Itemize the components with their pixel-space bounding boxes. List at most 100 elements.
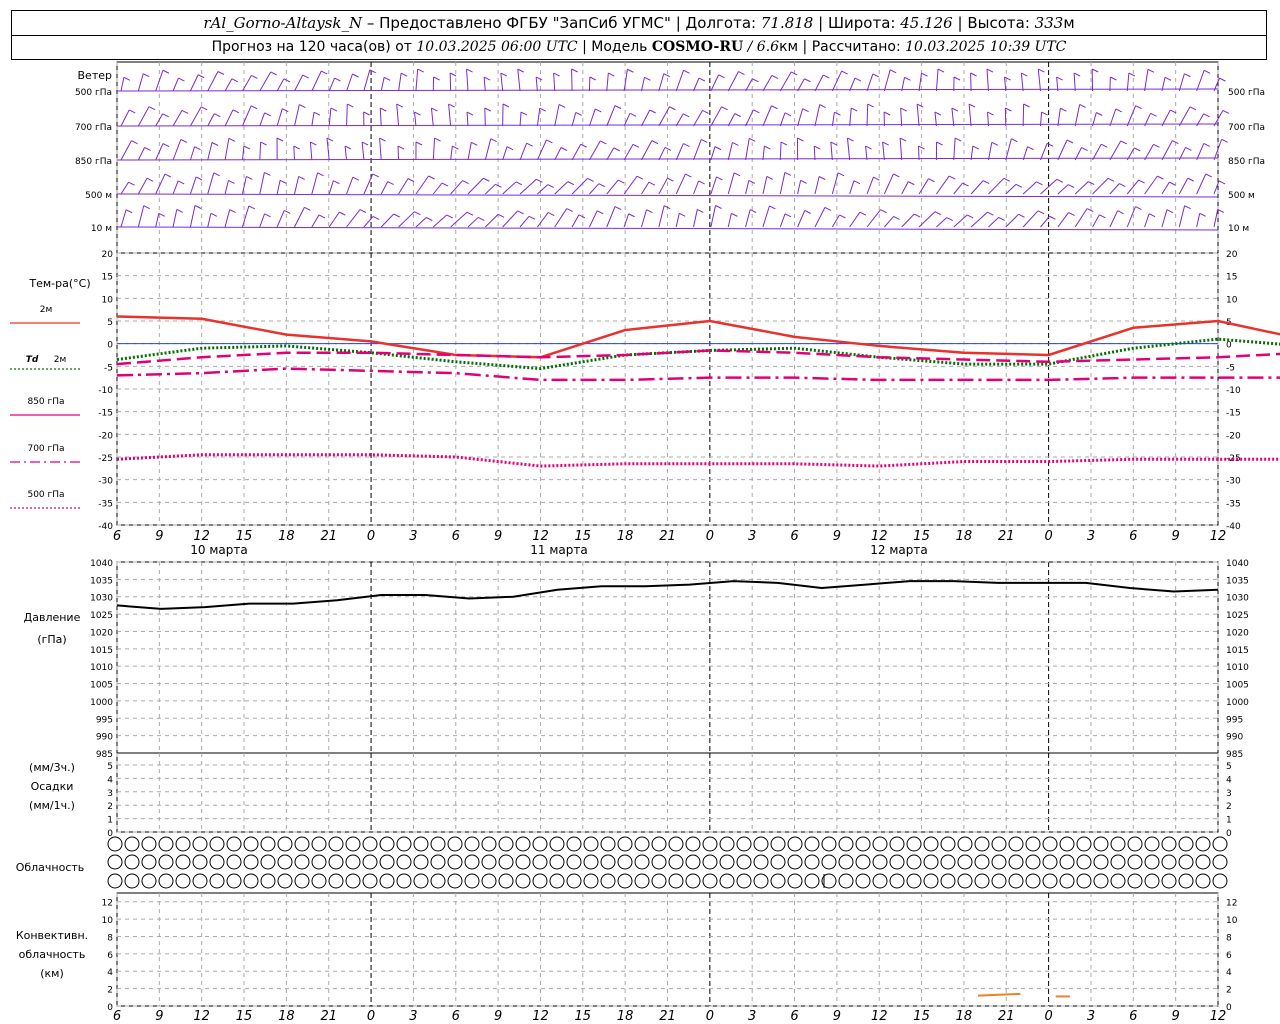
wind-barb-flag xyxy=(1135,105,1142,110)
wind-barb-flag xyxy=(991,141,999,146)
cloud-symbol xyxy=(124,873,140,889)
conv-panel-ytick-left: 10 xyxy=(102,916,114,926)
cloud-symbol xyxy=(1076,836,1092,852)
wind-barb-flag xyxy=(702,109,709,114)
temp-panel-xtick: 15 xyxy=(913,529,930,544)
wind-barb xyxy=(535,77,538,92)
wind-barb-flag xyxy=(764,145,771,150)
wind-barb-flag xyxy=(934,111,942,116)
wind-barb-flag xyxy=(246,175,253,180)
wind-barb-flag xyxy=(1134,147,1141,152)
precip-unit-top: (мм/3ч.) xyxy=(29,761,75,774)
pressure-panel-ytick-right: 1020 xyxy=(1226,628,1249,638)
wind-barb-flag xyxy=(859,211,867,216)
cloud-symbol xyxy=(498,873,514,889)
wind-barb-flag xyxy=(1067,184,1075,189)
wind-barb-flag xyxy=(553,72,560,77)
wind-barb xyxy=(553,73,556,92)
cloud-symbol xyxy=(991,854,1007,870)
wind-barb xyxy=(120,209,127,228)
wind-barb xyxy=(326,138,330,161)
wind-barb xyxy=(571,178,588,195)
cloud-symbol xyxy=(481,836,497,852)
wind-barb xyxy=(953,214,968,228)
wind-barb-flag xyxy=(558,103,566,108)
wind-barb xyxy=(1005,213,1019,228)
wind-barb xyxy=(1057,139,1068,161)
wind-level-label-left: 850 гПа xyxy=(75,157,112,167)
wind-barb-flag xyxy=(1157,175,1164,180)
wind-barb xyxy=(831,112,835,127)
cloud-symbol xyxy=(294,854,310,870)
temp-panel-xtick: 9 xyxy=(1172,529,1180,544)
cloud-symbol xyxy=(532,836,548,852)
wind-barb-flag xyxy=(948,175,956,180)
cloud-symbol xyxy=(855,854,871,870)
wind-barb xyxy=(710,205,717,228)
wind-barb-flag xyxy=(1120,140,1128,145)
cloud-symbol xyxy=(1059,854,1075,870)
wind-barb xyxy=(207,113,215,127)
temp-panel-xtick: 21 xyxy=(659,529,676,544)
wind-barb-flag xyxy=(953,76,961,81)
wind-barb-flag xyxy=(595,108,602,113)
wind-barb-flag xyxy=(334,77,341,82)
precip-panel-ytick-left: 3 xyxy=(107,789,113,799)
cloud-symbol xyxy=(566,873,582,889)
wind-barb xyxy=(901,77,906,92)
wind-barb-flag xyxy=(951,107,959,112)
wind-barb-flag xyxy=(181,109,189,114)
temp-panel-xtick: 6 xyxy=(790,529,798,544)
wind-barb-flag xyxy=(1115,108,1123,113)
wind-barb-flag xyxy=(1100,143,1108,148)
wind-barb xyxy=(571,214,580,228)
wind-barb-flag xyxy=(648,181,656,186)
wind-barb xyxy=(155,213,160,228)
wind-barb-flag xyxy=(483,177,490,182)
conv-panel-ytick-right: 0 xyxy=(1226,1003,1232,1013)
cloud-symbol xyxy=(787,854,803,870)
wind-barb-flag xyxy=(771,105,778,110)
precip-panel-ytick-right: 5 xyxy=(1226,762,1232,772)
wind-barb xyxy=(172,209,178,228)
cloud-symbol xyxy=(311,873,327,889)
wind-barb-flag xyxy=(679,212,686,217)
wind-barb xyxy=(189,74,199,92)
wind-barb-flag xyxy=(571,68,578,73)
wind-barb-flag xyxy=(1203,113,1210,118)
temp-panel-xtick: 18 xyxy=(956,529,973,544)
wind-barb-flag xyxy=(608,72,615,77)
wind-barb xyxy=(1178,106,1191,127)
wind-barb xyxy=(745,138,750,161)
wind-barb-flag xyxy=(299,104,306,108)
wind-barb-flag xyxy=(313,111,321,116)
conv-panel-xtick: 9 xyxy=(833,1009,841,1024)
wind-barb-flag xyxy=(632,143,640,148)
cloud-symbol xyxy=(651,854,667,870)
wind-barb xyxy=(155,143,164,161)
cloud-symbol xyxy=(379,873,395,889)
cloud-symbol xyxy=(1178,836,1194,852)
wind-barb-flag xyxy=(986,68,994,73)
wind-barb-flag xyxy=(1189,106,1197,111)
cloud-symbol xyxy=(260,873,276,889)
wind-barb xyxy=(189,205,196,228)
wind-barb xyxy=(309,142,313,161)
pressure-panel-ytick-left: 985 xyxy=(96,750,113,760)
temp-panel-xtick: 9 xyxy=(155,529,163,544)
wind-barb xyxy=(814,176,820,195)
wind-barb xyxy=(588,108,596,127)
temp-panel-xtick: 0 xyxy=(367,529,375,544)
cloud-symbol xyxy=(906,836,922,852)
cloud-symbol xyxy=(889,873,905,889)
wind-barb-flag xyxy=(125,209,133,214)
wind-barb-flag xyxy=(359,209,367,214)
cloud-symbol xyxy=(498,854,514,870)
cloud-symbol xyxy=(838,873,854,889)
wind-barb-flag xyxy=(178,77,185,82)
conv-panel-xtick: 9 xyxy=(494,1009,502,1024)
cloud-symbol xyxy=(1093,873,1109,889)
conv-panel-ytick-left: 8 xyxy=(107,933,113,943)
cloud-symbol xyxy=(617,873,633,889)
wind-barb-flag xyxy=(580,143,587,148)
